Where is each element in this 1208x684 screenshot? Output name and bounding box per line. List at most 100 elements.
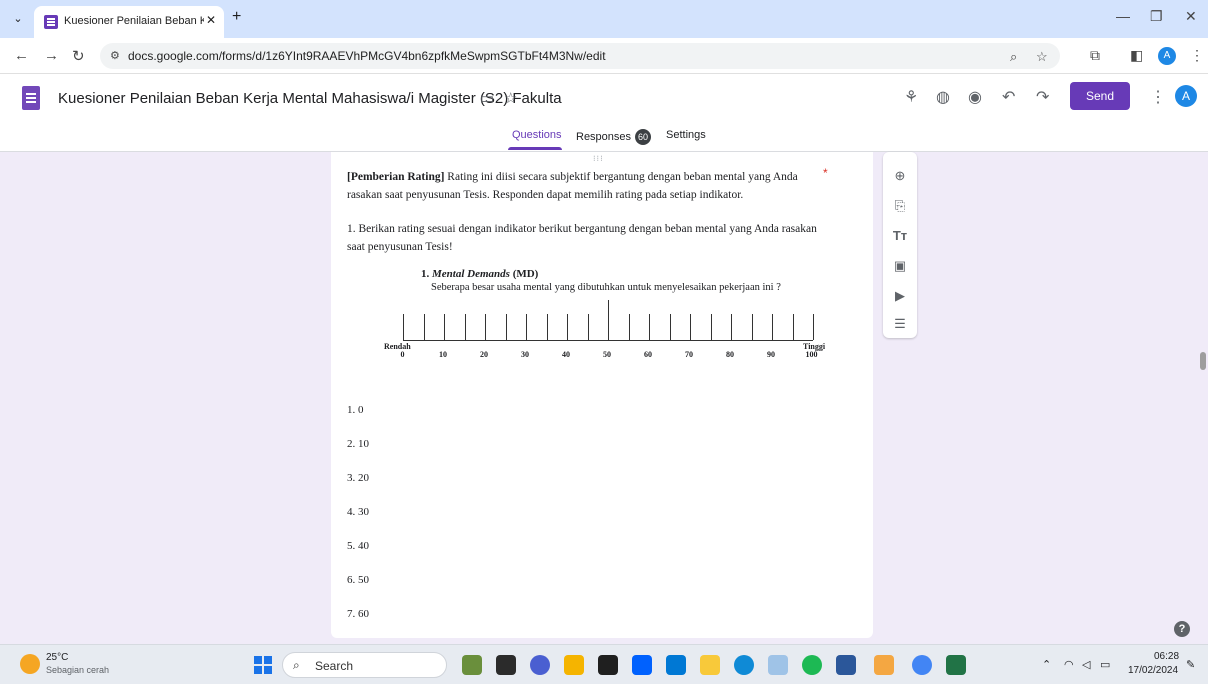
- responses-count-badge: 60: [635, 129, 652, 145]
- wifi-icon[interactable]: ◠: [1064, 658, 1074, 671]
- tab-settings[interactable]: Settings: [666, 129, 706, 141]
- tab-responses[interactable]: Responses 60: [576, 129, 652, 145]
- volume-icon[interactable]: ◁: [1082, 658, 1090, 671]
- customize-theme-icon[interactable]: ⚘: [904, 87, 918, 107]
- scale-tick: [772, 314, 773, 340]
- minimize-icon[interactable]: —: [1116, 8, 1130, 24]
- account-avatar[interactable]: A: [1175, 85, 1197, 107]
- option-item[interactable]: 3. 20: [347, 472, 369, 484]
- window-close-icon[interactable]: ✕: [1185, 8, 1197, 25]
- scale-tick: [464, 314, 466, 340]
- scale-tick: [649, 314, 650, 340]
- bookmark-star-icon[interactable]: ☆: [1036, 49, 1048, 65]
- taskbar-search[interactable]: ⌕ Search: [282, 652, 447, 678]
- chrome-icon[interactable]: [912, 655, 932, 675]
- windows-start-icon[interactable]: [254, 656, 272, 674]
- indicator-title: 1. Mental Demands (MD): [421, 268, 538, 280]
- google-forms-favicon-icon: [44, 15, 58, 29]
- undo-icon[interactable]: ↶: [1002, 87, 1015, 107]
- zoom-icon[interactable]: ⌕: [1010, 49, 1017, 65]
- file-explorer-icon[interactable]: [700, 655, 720, 675]
- option-item[interactable]: 1. 0: [347, 404, 364, 416]
- forward-arrow-icon[interactable]: →: [44, 47, 59, 64]
- option-item[interactable]: 5. 40: [347, 540, 369, 552]
- new-tab-button[interactable]: +: [232, 8, 241, 26]
- weather-description[interactable]: Sebagian cerah: [46, 665, 109, 675]
- drag-handle-icon[interactable]: ⁝⁝⁝: [593, 154, 604, 163]
- taskbar: 25°C Sebagian cerah ⌕ Search ⌃ ◠ ◁ ▭ 06:…: [0, 644, 1208, 684]
- battery-icon[interactable]: ▭: [1100, 658, 1110, 671]
- extensions-icon[interactable]: ⧉: [1090, 47, 1100, 64]
- scrollbar-thumb[interactable]: [1200, 352, 1206, 370]
- scale-tick-label: 20: [480, 350, 488, 359]
- question-card[interactable]: ⁝⁝⁝ [Pemberian Rating] Rating ini diisi …: [331, 152, 873, 638]
- tab-questions[interactable]: Questions: [512, 129, 562, 141]
- reload-icon[interactable]: ↻: [72, 47, 85, 65]
- weather-temperature[interactable]: 25°C: [46, 652, 68, 663]
- site-settings-icon[interactable]: ⚙: [110, 49, 120, 62]
- option-item[interactable]: 2. 10: [347, 438, 369, 450]
- add-title-icon[interactable]: Tт: [883, 228, 917, 243]
- dropbox-icon[interactable]: [632, 655, 652, 675]
- spotify-icon[interactable]: [802, 655, 822, 675]
- option-item[interactable]: 6. 50: [347, 574, 369, 586]
- tray-chevron-up-icon[interactable]: ⌃: [1042, 658, 1051, 671]
- option-item[interactable]: 4. 30: [347, 506, 369, 518]
- photos-icon[interactable]: [768, 655, 788, 675]
- tab-close-icon[interactable]: ✕: [206, 13, 216, 27]
- app-icon[interactable]: [462, 655, 482, 675]
- send-button[interactable]: Send: [1070, 82, 1130, 110]
- required-marker: *: [823, 166, 828, 180]
- scale-tick: [628, 314, 630, 340]
- preview-eye-icon[interactable]: ◉: [968, 87, 982, 107]
- indicator-question: Seberapa besar usaha mental yang dibutuh…: [431, 282, 781, 293]
- app-icon[interactable]: [598, 655, 618, 675]
- folder-icon[interactable]: ▭: [480, 89, 494, 107]
- more-options-icon[interactable]: ⋮: [1150, 87, 1166, 107]
- back-arrow-icon[interactable]: ←: [14, 47, 29, 64]
- star-icon[interactable]: ☆: [504, 89, 517, 107]
- app-icon[interactable]: [496, 655, 516, 675]
- excel-icon[interactable]: [946, 655, 966, 675]
- chat-app-icon[interactable]: [530, 655, 550, 675]
- add-question-icon[interactable]: ⊕: [883, 168, 917, 184]
- indicator-name: Mental Demands: [432, 268, 510, 280]
- redo-icon[interactable]: ↷: [1036, 87, 1049, 107]
- palette-icon[interactable]: ◍: [936, 87, 950, 107]
- store-icon[interactable]: [666, 655, 686, 675]
- add-image-icon[interactable]: ▣: [883, 258, 917, 274]
- add-video-icon[interactable]: ▶: [883, 288, 917, 304]
- option-item[interactable]: 7. 60: [347, 608, 369, 620]
- app-icon[interactable]: [874, 655, 894, 675]
- app-icon[interactable]: [564, 655, 584, 675]
- clock-time[interactable]: 06:28: [1154, 651, 1179, 662]
- add-section-icon[interactable]: ☰: [883, 316, 917, 332]
- import-questions-icon[interactable]: ⎘: [883, 198, 917, 214]
- edge-icon[interactable]: [734, 655, 754, 675]
- scale-tick-label: 80: [726, 350, 734, 359]
- browser-tab[interactable]: Kuesioner Penilaian Beban Kerj ✕: [34, 6, 224, 38]
- clock-date[interactable]: 17/02/2024: [1128, 665, 1178, 676]
- scale-tick: [751, 314, 753, 340]
- google-forms-logo-icon[interactable]: [22, 86, 40, 110]
- browser-profile-avatar[interactable]: A: [1158, 47, 1176, 65]
- browser-menu-icon[interactable]: ⋮: [1190, 47, 1204, 64]
- tab-search-chevron-icon[interactable]: ⌄: [8, 9, 28, 29]
- notification-icon[interactable]: ✎: [1186, 658, 1195, 671]
- side-panel-icon[interactable]: ◧: [1130, 47, 1143, 64]
- scale-tick-label: 40: [562, 350, 570, 359]
- weather-sun-icon[interactable]: [20, 654, 40, 674]
- tab-responses-label: Responses: [576, 130, 632, 143]
- scale-tick: [526, 314, 527, 340]
- scale-tick-label: 30: [521, 350, 529, 359]
- scale-tick: [444, 314, 445, 340]
- omnibox[interactable]: ⚙ docs.google.com/forms/d/1z6YInt9RAAEVh…: [100, 43, 1060, 69]
- word-icon[interactable]: [836, 655, 856, 675]
- url-text[interactable]: docs.google.com/forms/d/1z6YInt9RAAEVhPM…: [128, 49, 606, 63]
- scale-tick-label: 100: [805, 350, 818, 359]
- help-icon[interactable]: ?: [1174, 621, 1190, 637]
- question-title[interactable]: [Pemberian Rating] Rating ini diisi seca…: [347, 168, 817, 204]
- scale-tick: [505, 314, 507, 340]
- scale-tick: [731, 314, 732, 340]
- restore-icon[interactable]: ❐: [1150, 8, 1163, 25]
